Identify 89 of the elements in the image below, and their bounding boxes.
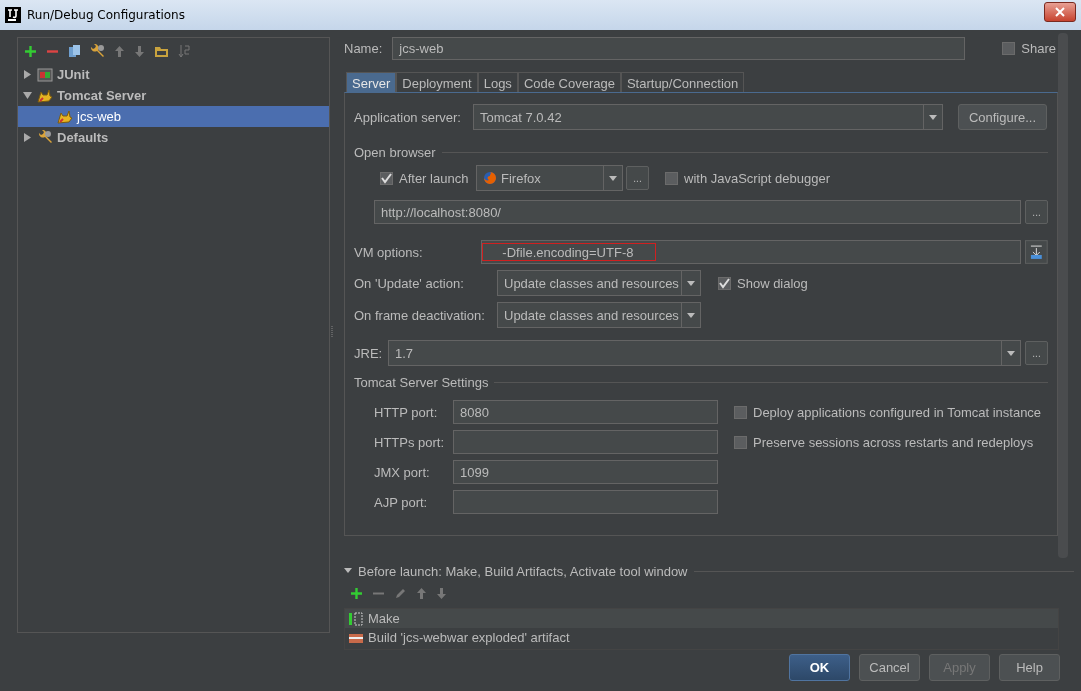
vm-options-field[interactable]: -Dfile.encoding=UTF-8 [481,240,1022,264]
section-title: Tomcat Server Settings [354,374,489,390]
tree-item[interactable]: JUnit [18,64,329,85]
after-launch-label: After launch [399,170,469,186]
task-item[interactable]: Make [345,609,1058,628]
app-server-dropdown[interactable]: Tomcat 7.0.42 [473,104,943,130]
jre-dropdown[interactable]: 1.7 [388,340,1021,366]
section-title[interactable]: Before launch: Make, Build Artifacts, Activate tool window [358,563,688,579]
app-logo-icon [5,7,21,23]
js-debugger-label: with JavaScript debugger [684,170,830,186]
wrench-icon[interactable] [90,43,105,59]
expanded-arrow-icon[interactable] [344,567,352,575]
caret-icon [609,175,617,181]
url-field[interactable]: http://localhost:8080/ [374,200,1022,224]
update-action-dropdown[interactable]: Update classes and resources [497,270,701,296]
tree-item[interactable]: Tomcat Server [18,85,329,106]
tree-item[interactable]: jcs-web [18,106,329,127]
caret-icon [687,312,695,318]
more-button[interactable]: ... [626,166,649,190]
section-title: Open browser [354,144,436,160]
folder-icon[interactable] [154,44,169,58]
add-icon[interactable] [24,44,37,58]
checkbox[interactable] [734,435,747,449]
sort-icon[interactable] [178,43,191,59]
cat-icon [57,109,73,124]
checkbox[interactable] [380,171,393,185]
port-field[interactable] [453,490,718,514]
close-icon [1055,7,1065,17]
arrow-up-icon[interactable] [114,44,125,58]
splitter-handle-icon[interactable] [330,326,334,338]
port-label: HTTP port: [374,404,439,420]
checkbox[interactable] [734,405,747,419]
tree-item[interactable]: Defaults [18,127,329,148]
browser-dropdown[interactable]: Firefox [476,165,623,191]
collapsed-arrow-icon[interactable] [22,70,32,79]
caret-icon [687,280,695,286]
scrollbar[interactable] [1058,33,1068,558]
checkbox[interactable] [1002,41,1016,55]
port-label: HTTPs port: [374,434,446,450]
jre-label: JRE: [354,345,384,361]
junit-icon [37,67,53,82]
caret-icon [1007,350,1015,356]
name-label: Name: [344,40,383,56]
tab[interactable]: Code Coverage [517,72,621,92]
name-field[interactable]: jcs-web [392,36,966,60]
option-label: Preserve sessions across restarts and redeploys [753,434,1034,450]
dialog-button[interactable]: Cancel [859,654,920,681]
cat-icon [37,88,53,103]
more-button[interactable]: ... [1025,341,1048,365]
arrow-down-icon[interactable] [436,587,447,600]
port-label: JMX port: [374,464,431,480]
arrow-up-icon[interactable] [416,587,427,600]
add-icon[interactable] [350,587,363,600]
update-action-label: On 'Update' action: [354,275,465,291]
tab[interactable]: Server [346,72,397,92]
vm-options-label: VM options: [354,244,424,260]
configure-button[interactable]: Configure... [958,104,1047,130]
port-field[interactable]: 1099 [453,460,718,484]
artifact-icon [348,632,364,643]
caret-icon [929,114,937,120]
option-label: Deploy applications configured in Tomcat instance [753,404,1042,420]
more-button[interactable]: ... [1025,200,1048,224]
tab[interactable]: Deployment [396,72,478,92]
port-field[interactable]: 8080 [453,400,718,424]
window-title: Run/Debug Configurations [27,8,185,22]
expand-field-icon[interactable] [1025,240,1048,264]
close-button[interactable] [1044,2,1076,22]
port-label: AJP port: [374,494,429,510]
arrow-down-icon[interactable] [134,44,145,58]
tab[interactable]: Startup/Connection [620,72,745,92]
copy-icon[interactable] [68,43,81,59]
task-item[interactable]: Build 'jcs-webwar exploded' artifact [345,628,1058,647]
collapsed-arrow-icon[interactable] [22,133,32,142]
frame-deactivation-dropdown[interactable]: Update classes and resources [497,302,701,328]
tab[interactable]: Logs [477,72,518,92]
share-label: Share [1021,40,1056,56]
globe-icon [483,171,497,185]
show-dialog-label: Show dialog [737,275,808,291]
dialog-button[interactable]: Help [999,654,1060,681]
checkbox[interactable] [718,276,731,290]
frame-deactivation-label: On frame deactivation: [354,307,486,323]
pencil-icon[interactable] [394,587,407,600]
checkbox[interactable] [665,171,678,185]
port-field[interactable] [453,430,718,454]
app-server-label: Application server: [354,109,462,125]
binary-icon [348,611,364,626]
wrench-icon [37,130,53,145]
dialog-button[interactable]: OK [789,654,850,681]
expanded-arrow-icon[interactable] [22,91,32,100]
